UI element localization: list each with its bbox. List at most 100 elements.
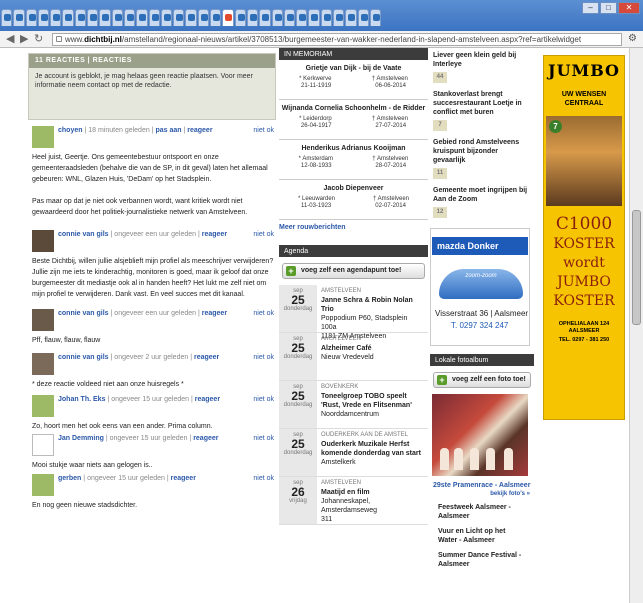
event-title[interactable]: Toneelgroep TOBO speelt 'Rust, Vrede en …: [321, 392, 424, 410]
maximize-button[interactable]: □: [600, 2, 617, 14]
browser-tab[interactable]: [160, 9, 173, 26]
browser-tab[interactable]: [333, 9, 345, 26]
reply-link[interactable]: reageer: [193, 435, 218, 442]
reload-icon[interactable]: ↻: [34, 33, 43, 45]
not-ok-link[interactable]: niet ok: [253, 310, 274, 317]
browser-tab[interactable]: [357, 9, 369, 26]
comment-author[interactable]: connie van gils: [58, 354, 109, 361]
browser-tab[interactable]: [136, 9, 148, 26]
agenda-item[interactable]: sep 25 donderdag BOVENKERK Toneelgroep TOBO …: [279, 381, 428, 429]
not-ok-link[interactable]: niet ok: [253, 435, 274, 442]
vertical-scrollbar[interactable]: [629, 48, 643, 603]
browser-tab[interactable]: [259, 9, 271, 26]
event-title[interactable]: Ouderkerk Muzikale Herfst komende donder…: [321, 440, 424, 458]
minimize-button[interactable]: –: [582, 2, 599, 14]
comment-author[interactable]: connie van gils: [58, 310, 109, 317]
more-deaths-link[interactable]: Meer rouwberichten: [279, 220, 428, 235]
news-headline[interactable]: Liever geen klein geld bij Interleye: [430, 48, 534, 70]
address-bar[interactable]: www.dichtbij.nl/amstelland/regionaal-nie…: [52, 33, 622, 46]
add-photo-button[interactable]: + voeg zelf een foto toe!: [433, 372, 531, 388]
album-photo[interactable]: [432, 394, 528, 476]
favicon-icon: [139, 14, 147, 21]
avatar[interactable]: [32, 309, 54, 331]
browser-tab[interactable]: [271, 9, 283, 26]
news-headline[interactable]: Gemeente moet ingrijpen bij Aan de Zoom: [430, 183, 534, 205]
back-arrow-icon[interactable]: ◀: [6, 33, 14, 45]
avatar[interactable]: [32, 474, 54, 496]
reply-link[interactable]: reageer: [202, 310, 227, 317]
browser-tab[interactable]: [87, 9, 99, 26]
agenda-item[interactable]: sep 26 vrijdag AMSTELVEEN Maatijd en film Joh…: [279, 477, 428, 525]
album-link[interactable]: Summer Dance Festival - Aalsmeer: [430, 545, 534, 569]
event-title[interactable]: Janne Schra & Robin Nolan Trio: [321, 296, 424, 314]
avatar[interactable]: [32, 434, 54, 456]
photo-caption[interactable]: 29ste Pramenrace - Aalsmeer: [430, 480, 534, 491]
comment-author[interactable]: connie van gils: [58, 231, 109, 238]
browser-tab[interactable]: [308, 9, 320, 26]
jumbo-advertisement[interactable]: JUMBO UW WENSEN CENTRAAL 7 C1000 KOSTER w…: [543, 55, 625, 420]
mazda-advertisement[interactable]: mazda Donker zoom-zoom Visserstraat 36 |…: [430, 228, 530, 346]
album-link[interactable]: Feestweek Aalsmeer - Aalsmeer: [430, 497, 534, 521]
browser-tab[interactable]: [74, 9, 87, 26]
browser-tab[interactable]: [296, 9, 308, 26]
browser-tab[interactable]: [111, 9, 123, 26]
favicon-icon: [225, 14, 233, 21]
browser-tab[interactable]: [210, 9, 222, 26]
browser-tab[interactable]: [13, 9, 25, 26]
comment-author[interactable]: gerben: [58, 475, 81, 482]
not-ok-link[interactable]: niet ok: [253, 354, 274, 361]
browser-tab[interactable]: [1, 9, 13, 26]
death-notice[interactable]: Wijnanda Cornelia Schoonhelm - de Ridder…: [279, 100, 428, 140]
browser-tab[interactable]: [369, 9, 382, 26]
not-ok-link[interactable]: niet ok: [253, 396, 274, 403]
browser-tab[interactable]: [99, 9, 111, 26]
agenda-item[interactable]: sep 25 donderdag AMSTELVEEN Janne Schra & Ro…: [279, 285, 428, 340]
event-title[interactable]: Alzheimer Café: [321, 344, 374, 353]
not-ok-link[interactable]: niet ok: [253, 475, 274, 482]
reply-link[interactable]: reageer: [202, 231, 227, 238]
browser-tab[interactable]: [246, 9, 259, 26]
avatar[interactable]: [32, 395, 54, 417]
event-title[interactable]: Maatijd en film: [321, 488, 424, 497]
edit-link[interactable]: pas aan: [155, 127, 181, 134]
browser-tab[interactable]: [185, 9, 197, 26]
news-headline[interactable]: Gebied rond Amstelveens kruispunt bijzon…: [430, 135, 534, 166]
browser-tab[interactable]: [320, 9, 333, 26]
comment-meta: Jan Demming | ongeveer 15 uur geleden | …: [58, 435, 219, 442]
scrollbar-thumb[interactable]: [632, 210, 641, 325]
browser-tab[interactable]: [123, 9, 136, 26]
forward-arrow-icon[interactable]: ▶: [20, 33, 28, 45]
avatar[interactable]: [32, 126, 54, 148]
wrench-icon[interactable]: ⚙: [628, 33, 637, 44]
reply-link[interactable]: reageer: [195, 396, 220, 403]
browser-tab[interactable]: [345, 9, 357, 26]
browser-tab[interactable]: [148, 9, 160, 26]
avatar[interactable]: [32, 353, 54, 375]
comment-author[interactable]: Jan Demming: [58, 435, 104, 442]
death-notice[interactable]: Henderikus Adrianus Kooijman * Amsterdam †…: [279, 140, 428, 180]
browser-tab[interactable]: [197, 9, 210, 26]
comment-author[interactable]: choyen: [58, 127, 83, 134]
album-link[interactable]: Vuur en Licht op het Water - Aalsmeer: [430, 521, 534, 545]
browser-tab[interactable]: [50, 9, 62, 26]
avatar[interactable]: [32, 230, 54, 252]
browser-tab[interactable]: [222, 9, 234, 26]
reply-link[interactable]: reageer: [194, 354, 219, 361]
browser-tab[interactable]: [283, 9, 296, 26]
browser-tab[interactable]: [62, 9, 74, 26]
add-agenda-button[interactable]: + voeg zelf een agendapunt toe!: [282, 263, 425, 279]
browser-tab[interactable]: [173, 9, 185, 26]
reply-link[interactable]: reageer: [187, 127, 212, 134]
browser-tab[interactable]: [37, 9, 50, 26]
not-ok-link[interactable]: niet ok: [253, 231, 274, 238]
not-ok-link[interactable]: niet ok: [253, 127, 274, 134]
reply-link[interactable]: reageer: [171, 475, 196, 482]
browser-tab[interactable]: [234, 9, 246, 26]
news-headline[interactable]: Stankoverlast brengt succesrestaurant Lo…: [430, 87, 534, 118]
browser-tab[interactable]: [25, 9, 37, 26]
agenda-item[interactable]: sep 25 donderdag OUDERKERK AAN DE AMSTEL Oud…: [279, 429, 428, 477]
death-notice[interactable]: Grietje van Dijk - bij de Vaate * Kerkwer…: [279, 60, 428, 100]
death-notice[interactable]: Jacob Diepenveer * Leeuwarden † Amstelveen…: [279, 180, 428, 220]
comment-author[interactable]: Johan Th. Eks: [58, 396, 105, 403]
close-window-button[interactable]: ✕: [618, 2, 640, 14]
